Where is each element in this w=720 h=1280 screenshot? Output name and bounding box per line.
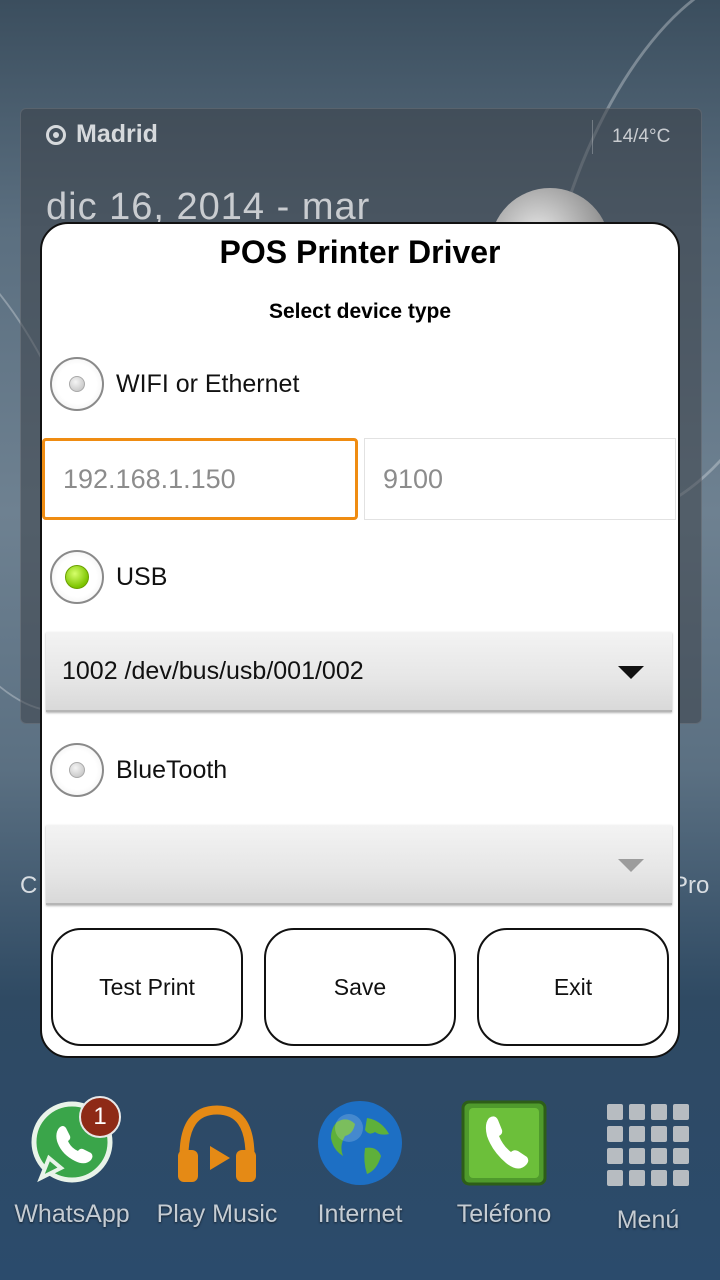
- apps-grid-icon: [603, 1104, 693, 1194]
- widget-divider: [592, 120, 593, 154]
- chevron-down-icon: [618, 859, 644, 872]
- globe-icon: [315, 1098, 405, 1188]
- test-print-button[interactable]: Test Print: [51, 928, 243, 1046]
- headphones-icon: [172, 1098, 262, 1188]
- dock-play-music[interactable]: Play Music: [152, 1098, 282, 1229]
- radio-wifi-option[interactable]: WIFI or Ethernet: [50, 357, 299, 411]
- dock-internet[interactable]: Internet: [295, 1098, 425, 1229]
- dock-label: Teléfono: [456, 1200, 552, 1228]
- dialog-title: POS Printer Driver: [219, 234, 501, 270]
- usb-device-value: 1002 /dev/bus/usb/001/002: [62, 656, 364, 685]
- dock-menu[interactable]: Menú: [583, 1098, 713, 1235]
- dock-label: Menú: [616, 1206, 680, 1234]
- radio-usb[interactable]: [50, 550, 104, 604]
- dock-label: Internet: [317, 1200, 403, 1228]
- radio-usb-option[interactable]: USB: [50, 550, 167, 604]
- dock-label: WhatsApp: [14, 1200, 130, 1228]
- save-button[interactable]: Save: [264, 928, 456, 1046]
- notification-badge: 1: [79, 1096, 121, 1138]
- dock-telefono[interactable]: Teléfono: [439, 1098, 569, 1229]
- widget-city-label: Madrid: [76, 120, 158, 148]
- location-icon: [46, 124, 66, 145]
- chevron-down-icon: [618, 666, 644, 679]
- home-left-edge-label: C: [20, 872, 38, 899]
- exit-button[interactable]: Exit: [477, 928, 669, 1046]
- dialog-subtitle: Select device type: [268, 300, 452, 323]
- widget-temperature: 14/4°C: [612, 126, 671, 147]
- usb-device-dropdown[interactable]: 1002 /dev/bus/usb/001/002: [46, 632, 672, 712]
- phone-icon: [459, 1098, 549, 1188]
- radio-dot: [69, 376, 85, 392]
- radio-bluetooth-label: BlueTooth: [116, 755, 228, 784]
- radio-wifi-label: WIFI or Ethernet: [116, 369, 300, 398]
- widget-city: Madrid: [46, 120, 158, 149]
- radio-wifi[interactable]: [50, 357, 104, 411]
- radio-bluetooth[interactable]: [50, 743, 104, 797]
- radio-usb-label: USB: [116, 562, 168, 591]
- port-field[interactable]: [364, 438, 676, 520]
- ip-address-field[interactable]: [42, 438, 358, 520]
- radio-dot: [69, 762, 85, 778]
- bluetooth-device-dropdown[interactable]: [46, 825, 672, 905]
- dock-whatsapp[interactable]: 1 WhatsApp: [7, 1096, 137, 1229]
- whatsapp-icon: 1: [27, 1096, 121, 1188]
- dock-label: Play Music: [156, 1200, 278, 1228]
- radio-bluetooth-option[interactable]: BlueTooth: [50, 743, 227, 797]
- radio-dot: [65, 565, 89, 589]
